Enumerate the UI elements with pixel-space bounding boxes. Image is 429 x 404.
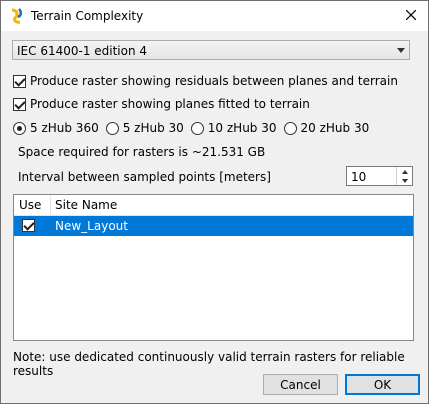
column-divider bbox=[50, 195, 51, 215]
window-title: Terrain Complexity bbox=[31, 9, 144, 23]
chevron-down-icon bbox=[397, 48, 405, 53]
planes-raster-label: Produce raster showing planes fitted to … bbox=[30, 97, 310, 111]
planes-raster-checkbox[interactable] bbox=[13, 97, 26, 111]
terrain-complexity-dialog: Terrain Complexity IEC 61400-1 edition 4… bbox=[0, 0, 429, 404]
residuals-raster-label: Produce raster showing residuals between… bbox=[30, 74, 398, 88]
radio-label: 5 zHub 30 bbox=[122, 121, 184, 135]
ok-button[interactable]: OK bbox=[345, 374, 420, 395]
standard-dropdown[interactable]: IEC 61400-1 edition 4 bbox=[12, 40, 410, 60]
arrow-up-icon bbox=[401, 169, 408, 174]
radio-10-zhub-30[interactable]: 10 zHub 30 bbox=[190, 121, 277, 135]
close-icon bbox=[405, 9, 417, 23]
radio-button[interactable] bbox=[105, 121, 119, 135]
title-bar: Terrain Complexity bbox=[1, 1, 428, 31]
sites-table: Use Site Name New_Layout bbox=[13, 194, 414, 341]
zhub-radio-group: 5 zHub 360 5 zHub 30 10 zHub 30 20 zHub … bbox=[13, 121, 376, 135]
radio-button[interactable] bbox=[13, 121, 26, 135]
residuals-raster-checkbox[interactable] bbox=[13, 74, 26, 88]
interval-value[interactable]: 10 bbox=[351, 170, 366, 184]
radio-label: 10 zHub 30 bbox=[207, 121, 277, 135]
radio-label: 20 zHub 30 bbox=[300, 121, 370, 135]
radio-20-zhub-30[interactable]: 20 zHub 30 bbox=[283, 121, 370, 135]
table-header: Use Site Name bbox=[14, 195, 413, 216]
spin-up-button[interactable] bbox=[397, 167, 412, 176]
radio-label: 5 zHub 360 bbox=[30, 121, 99, 135]
radio-button[interactable] bbox=[283, 121, 297, 135]
planes-raster-option[interactable]: Produce raster showing planes fitted to … bbox=[13, 97, 310, 111]
cancel-button[interactable]: Cancel bbox=[263, 374, 338, 395]
close-button[interactable] bbox=[394, 1, 428, 31]
radio-button[interactable] bbox=[190, 121, 204, 135]
column-header-site-name[interactable]: Site Name bbox=[55, 198, 117, 212]
spin-buttons bbox=[396, 167, 412, 185]
arrow-down-icon bbox=[401, 178, 408, 183]
use-cell[interactable] bbox=[22, 219, 39, 235]
yellow-blue-swirl-icon bbox=[9, 8, 25, 24]
residuals-raster-option[interactable]: Produce raster showing residuals between… bbox=[13, 74, 398, 88]
interval-label: Interval between sampled points [meters] bbox=[18, 170, 271, 184]
radio-5-zhub-30[interactable]: 5 zHub 30 bbox=[105, 121, 184, 135]
radio-5-zhub-360[interactable]: 5 zHub 360 bbox=[13, 121, 99, 135]
spin-down-button[interactable] bbox=[397, 176, 412, 185]
interval-spinner[interactable]: 10 bbox=[346, 166, 413, 186]
use-checkbox[interactable] bbox=[22, 219, 35, 232]
standard-dropdown-value: IEC 61400-1 edition 4 bbox=[17, 44, 148, 58]
table-row[interactable]: New_Layout bbox=[14, 216, 413, 236]
space-required-text: Space required for rasters is ~21.531 GB bbox=[18, 145, 265, 159]
column-header-use[interactable]: Use bbox=[19, 198, 41, 212]
interval-label-row: Interval between sampled points [meters] bbox=[18, 170, 271, 184]
site-name-cell: New_Layout bbox=[55, 219, 128, 233]
space-required-label: Space required for rasters is ~21.531 GB bbox=[18, 145, 266, 159]
